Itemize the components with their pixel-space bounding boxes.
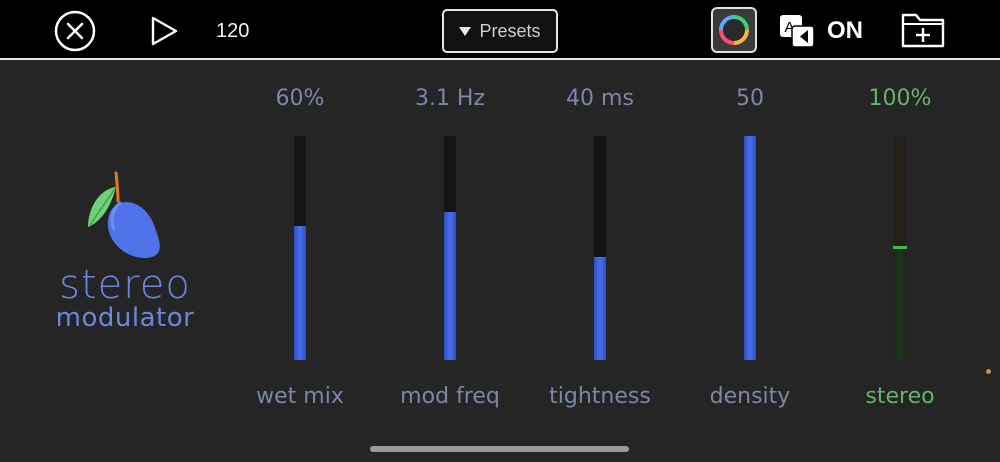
slider-handle[interactable] xyxy=(893,246,907,249)
save-preset-button[interactable] xyxy=(900,11,946,49)
caret-down-icon xyxy=(459,27,472,36)
presets-label: Presets xyxy=(479,20,541,41)
close-button[interactable] xyxy=(53,9,97,53)
slider-value: 60% xyxy=(275,86,325,111)
slider-track[interactable] xyxy=(893,136,907,360)
presets-button[interactable]: Presets xyxy=(442,9,558,53)
slider-fill xyxy=(294,226,306,360)
slider-value: 40 ms xyxy=(566,86,634,111)
home-indicator[interactable] xyxy=(370,446,629,452)
ab-state-label[interactable]: ON xyxy=(827,14,863,48)
slider-track[interactable] xyxy=(444,136,456,360)
slider-fill xyxy=(444,212,456,360)
mango-logo-icon xyxy=(88,171,160,259)
play-button[interactable] xyxy=(145,13,181,49)
ab-compare-icon: A xyxy=(780,15,815,48)
folder-add-icon xyxy=(901,13,945,48)
slider-track[interactable] xyxy=(294,136,306,360)
theme-button[interactable] xyxy=(711,7,757,53)
slider-value: 100% xyxy=(868,86,932,111)
status-dot xyxy=(986,369,991,374)
slider-label: stereo xyxy=(865,384,935,409)
color-ring-icon xyxy=(719,15,749,45)
slider-tightness: 40 ms tightness xyxy=(535,80,665,420)
slider-density: 50 density xyxy=(685,80,815,420)
close-circle-icon xyxy=(54,10,96,52)
slider-label: wet mix xyxy=(256,384,344,409)
play-icon xyxy=(151,16,178,46)
slider-stereo: 100% stereo xyxy=(835,80,965,420)
slider-value: 3.1 Hz xyxy=(414,86,486,111)
slider-fill xyxy=(594,257,606,360)
slider-track[interactable] xyxy=(744,136,756,360)
plugin-window: 120 Presets A ON stereo modulator 60% we… xyxy=(0,0,1000,462)
slider-label: tightness xyxy=(549,384,651,409)
slider-mod-freq: 3.1 Hz mod freq xyxy=(385,80,515,420)
slider-label: density xyxy=(709,384,791,409)
slider-fill xyxy=(744,136,756,360)
ab-compare-button[interactable]: A xyxy=(778,13,818,49)
plugin-logo: stereo modulator xyxy=(40,160,210,340)
slider-label: mod freq xyxy=(400,384,500,409)
slider-wet-mix: 60% wet mix xyxy=(235,80,365,420)
toolbar: 120 Presets A ON xyxy=(0,0,1000,60)
logo-subtitle: modulator xyxy=(55,303,195,333)
slider-value: 50 xyxy=(736,86,764,111)
tempo-value[interactable]: 120 xyxy=(216,14,249,48)
slider-track[interactable] xyxy=(594,136,606,360)
slider-fill xyxy=(894,248,906,360)
logo-title: stereo xyxy=(59,262,191,308)
